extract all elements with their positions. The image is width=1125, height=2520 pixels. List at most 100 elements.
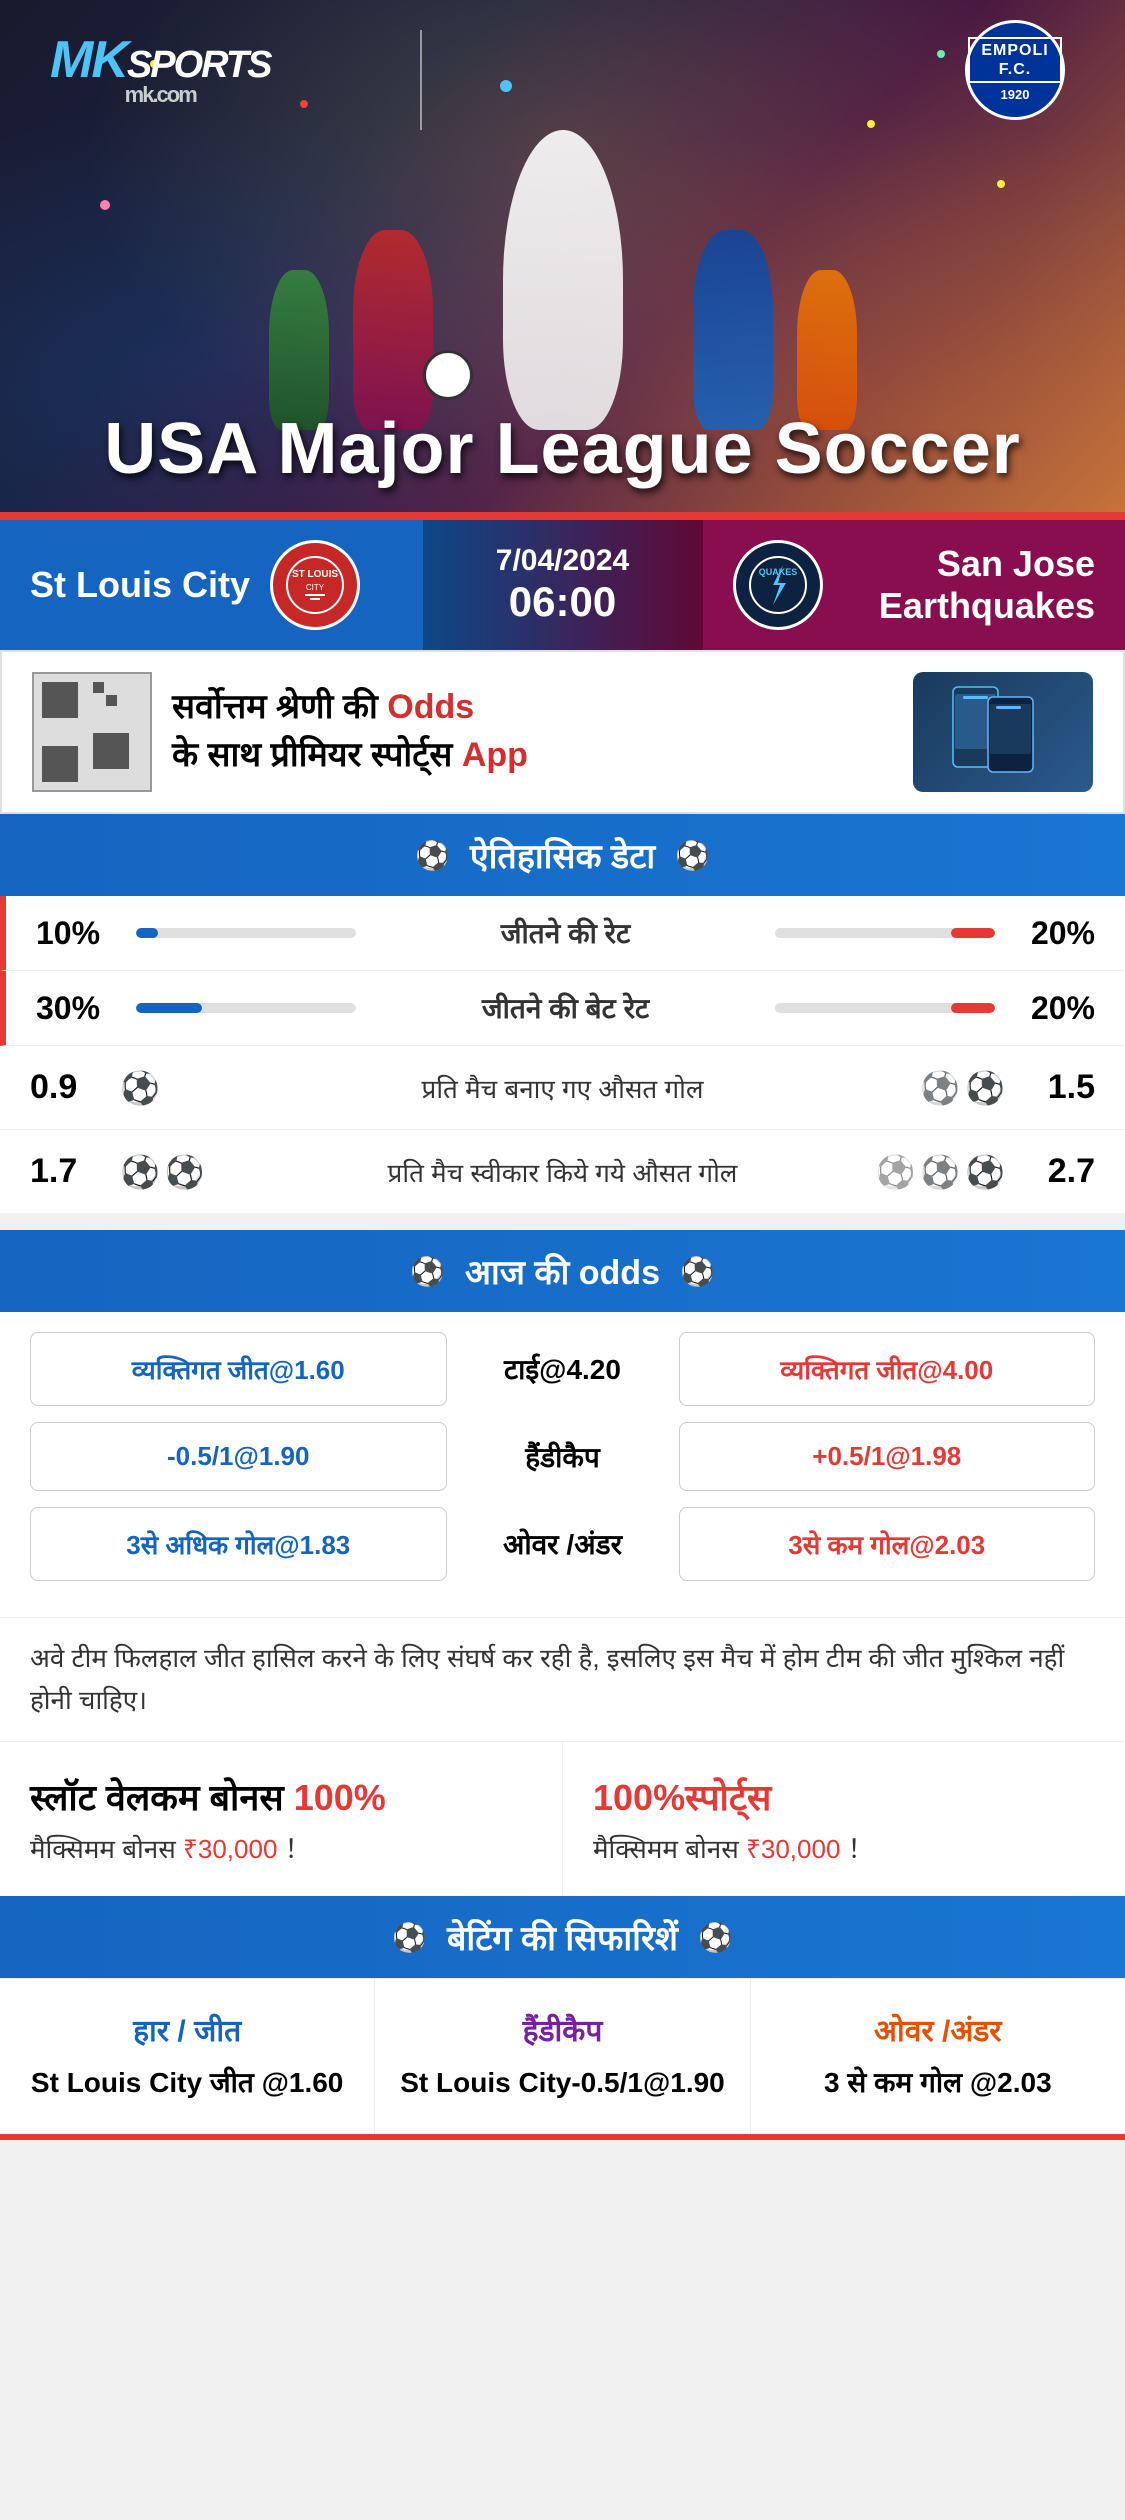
bonus-sports-amount: ₹30,000 bbox=[746, 1834, 840, 1864]
odds-header: ⚽ आज की odds ⚽ bbox=[0, 1230, 1125, 1312]
away-team-logo: QUAKES bbox=[733, 540, 823, 630]
goals-icons-right: ⚽ ⚽ bbox=[885, 1069, 1005, 1107]
bet-rate-bar-left bbox=[136, 1003, 356, 1013]
goals-conceded-right: 2.7 bbox=[1015, 1152, 1095, 1191]
bet-rate-right: 20% bbox=[1015, 990, 1095, 1027]
bonus-slot-suffix: ！ bbox=[285, 1834, 311, 1864]
win-rate-bar-left-fill bbox=[136, 928, 158, 938]
odds-row-1: व्यक्तिगत जीत@1.60 टाई@4.20 व्यक्तिगत जी… bbox=[30, 1332, 1095, 1406]
goals-icons-left2: ⚽ ⚽ bbox=[120, 1153, 240, 1191]
goals-icons-right2: ⚽ ⚽ ⚽ bbox=[885, 1153, 1005, 1191]
confetti bbox=[937, 50, 945, 58]
betting-ball-right: ⚽ bbox=[698, 1921, 733, 1954]
goal-scored-row: 0.9 ⚽ प्रति मैच बनाए गए औसत गोल ⚽ ⚽ 1.5 bbox=[0, 1046, 1125, 1130]
svg-text:CITY: CITY bbox=[306, 583, 325, 592]
win-rate-right: 20% bbox=[1015, 915, 1095, 952]
odds-section: व्यक्तिगत जीत@1.60 टाई@4.20 व्यक्तिगत जी… bbox=[0, 1312, 1125, 1617]
notice-text: अवे टीम फिलहाल जीत हासिल करने के लिए संघ… bbox=[30, 1643, 1064, 1715]
match-center: 7/04/2024 06:00 bbox=[423, 520, 703, 650]
ball-icon-5: ⚽ bbox=[165, 1153, 205, 1191]
win-rate-left: 10% bbox=[36, 915, 116, 952]
betting-section: हार / जीत St Louis City जीत @1.60 हैंडीक… bbox=[0, 1978, 1125, 2134]
betting-wl-title: हार / जीत bbox=[20, 2009, 354, 2050]
betting-handicap-title: हैंडीकैप bbox=[395, 2009, 729, 2050]
away-team-section: QUAKES San Jose Earthquakes bbox=[703, 520, 1125, 650]
partner-name: EMPOLI F.C. 1920 bbox=[968, 37, 1062, 103]
promo-line2: के साथ प्रीमियर स्पोर्ट्स bbox=[172, 736, 452, 774]
match-time: 06:00 bbox=[509, 578, 616, 626]
hero-bottom-accent bbox=[0, 512, 1125, 520]
promo-line1: सर्वोत्तम श्रेणी की bbox=[172, 688, 378, 726]
betting-col-ou: ओवर /अंडर 3 से कम गोल @2.03 bbox=[751, 1979, 1125, 2134]
bonus-slot[interactable]: स्लॉट वेलकम बोनस 100% मैक्सिमम बोनस ₹30,… bbox=[0, 1742, 563, 1896]
goals-conceded-label: प्रति मैच स्वीकार किये गये औसत गोल bbox=[250, 1154, 875, 1190]
odds-home-win[interactable]: व्यक्तिगत जीत@1.60 bbox=[30, 1332, 447, 1406]
home-team-name: St Louis City bbox=[30, 564, 250, 606]
odds-under[interactable]: 3से कम गोल@2.03 bbox=[679, 1507, 1096, 1581]
bonus-slot-pct: 100% bbox=[294, 1777, 386, 1818]
historical-section: 10% जीतने की रेट 20% 30% जीतने की बेट रे… bbox=[0, 896, 1125, 1214]
bet-rate-left: 30% bbox=[36, 990, 116, 1027]
betting-ou-value: 3 से कम गोल @2.03 bbox=[771, 2062, 1105, 2104]
promo-banner[interactable]: सर्वोत्तम श्रेणी की Odds के साथ प्रीमियर… bbox=[0, 650, 1125, 814]
promo-odds: Odds bbox=[387, 688, 474, 726]
hero-title: USA Major League Soccer bbox=[0, 408, 1125, 490]
ball-icon-4: ⚽ bbox=[120, 1153, 160, 1191]
away-team-name: San Jose Earthquakes bbox=[843, 543, 1096, 627]
bonus-slot-amount: ₹30,000 bbox=[183, 1834, 277, 1864]
odds-handicap-right[interactable]: +0.5/1@1.98 bbox=[679, 1422, 1096, 1491]
odds-handicap-label: हैंडीकैप bbox=[463, 1438, 663, 1476]
stat-row-win-rate: 10% जीतने की रेट 20% bbox=[0, 896, 1125, 971]
bonus-slot-title: स्लॉट वेलकम बोनस 100% bbox=[30, 1772, 532, 1821]
bonus-sports-suffix: ！ bbox=[848, 1834, 874, 1864]
goals-scored-left: 0.9 bbox=[30, 1068, 110, 1107]
bonus-slot-text: स्लॉट वेलकम बोनस bbox=[30, 1777, 284, 1818]
odds-handicap-left[interactable]: -0.5/1@1.90 bbox=[30, 1422, 447, 1491]
ball-icon-6: ⚽ bbox=[875, 1153, 915, 1191]
stat-row-bet-rate: 30% जीतने की बेट रेट 20% bbox=[0, 971, 1125, 1046]
historical-title: ऐतिहासिक डेटा bbox=[470, 832, 655, 878]
odds-ball-left: ⚽ bbox=[410, 1255, 445, 1288]
ball-icon-8: ⚽ bbox=[965, 1153, 1005, 1191]
historical-ball-right: ⚽ bbox=[675, 839, 710, 872]
odds-away-win[interactable]: व्यक्तिगत जीत@4.00 bbox=[679, 1332, 1096, 1406]
odds-row-2: -0.5/1@1.90 हैंडीकैप +0.5/1@1.98 bbox=[30, 1422, 1095, 1491]
betting-col-handicap: हैंडीकैप St Louis City-0.5/1@1.90 bbox=[375, 1979, 750, 2134]
win-rate-bar-right bbox=[775, 928, 995, 938]
bonus-section[interactable]: स्लॉट वेलकम बोनस 100% मैक्सिमम बोनस ₹30,… bbox=[0, 1741, 1125, 1896]
goals-conceded-left: 1.7 bbox=[30, 1152, 110, 1191]
win-rate-bar-left bbox=[136, 928, 356, 938]
betting-handicap-value: St Louis City-0.5/1@1.90 bbox=[395, 2062, 729, 2104]
bet-rate-bar-right bbox=[775, 1003, 995, 1013]
notice-section: अवे टीम फिलहाल जीत हासिल करने के लिए संघ… bbox=[0, 1617, 1125, 1741]
odds-over[interactable]: 3से अधिक गोल@1.83 bbox=[30, 1507, 447, 1581]
bonus-sports[interactable]: 100%स्पोर्ट्स मैक्सिमम बोनस ₹30,000 ！ bbox=[563, 1742, 1125, 1896]
ball-icon-1: ⚽ bbox=[120, 1069, 160, 1107]
win-rate-label: जीतने की रेट bbox=[376, 914, 755, 952]
bottom-separator bbox=[0, 2134, 1125, 2140]
players-illustration bbox=[213, 80, 913, 430]
odds-title: आज की odds bbox=[465, 1248, 660, 1294]
historical-ball-left: ⚽ bbox=[415, 839, 450, 872]
historical-header: ⚽ ऐतिहासिक डेटा ⚽ bbox=[0, 814, 1125, 896]
bonus-sports-subtitle: मैक्सिमम बोनस ₹30,000 ！ bbox=[593, 1829, 1095, 1866]
odds-tie[interactable]: टाई@4.20 bbox=[463, 1350, 663, 1388]
betting-col-wl: हार / जीत St Louis City जीत @1.60 bbox=[0, 1979, 375, 2134]
match-date: 7/04/2024 bbox=[496, 544, 629, 578]
bonus-slot-subtitle: मैक्सिमम बोनस ₹30,000 ！ bbox=[30, 1829, 532, 1866]
brand-mk: MK bbox=[50, 31, 127, 89]
bet-rate-label: जीतने की बेट रेट bbox=[376, 989, 755, 1027]
win-rate-bar-right-fill bbox=[951, 928, 995, 938]
goal-conceded-row: 1.7 ⚽ ⚽ प्रति मैच स्वीकार किये गये औसत ग… bbox=[0, 1130, 1125, 1214]
match-bar: St Louis City ST LOUIS CITY 7/04/2024 06… bbox=[0, 520, 1125, 650]
home-team-section: St Louis City ST LOUIS CITY bbox=[0, 520, 423, 650]
betting-ou-title: ओवर /अंडर bbox=[771, 2009, 1105, 2050]
promo-phones bbox=[913, 672, 1093, 792]
betting-header: ⚽ बेटिंग की सिफारिशें ⚽ bbox=[0, 1896, 1125, 1978]
hero-banner: MKSPORTS mk.com EMPOLI F.C. 1920 USA Maj… bbox=[0, 0, 1125, 520]
betting-title: बेटिंग की सिफारिशें bbox=[447, 1914, 678, 1960]
home-team-logo: ST LOUIS CITY bbox=[270, 540, 360, 630]
betting-ball-left: ⚽ bbox=[392, 1921, 427, 1954]
odds-ball-right: ⚽ bbox=[680, 1255, 715, 1288]
promo-app: App bbox=[462, 736, 528, 774]
